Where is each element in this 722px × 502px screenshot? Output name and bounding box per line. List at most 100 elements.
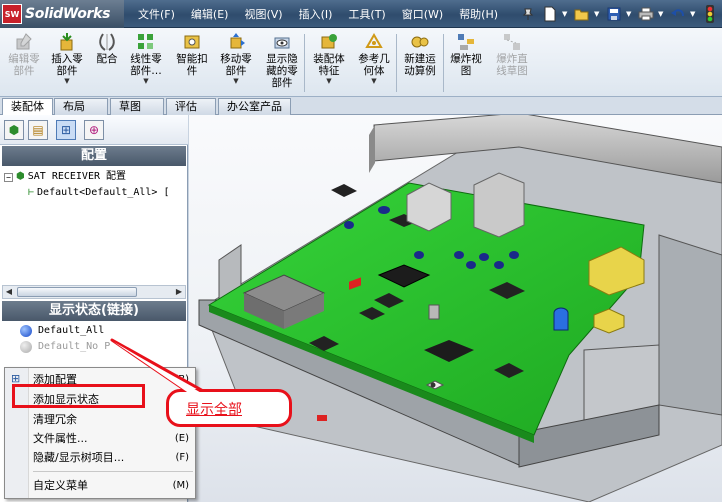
insert-component-icon bbox=[56, 31, 78, 53]
horizontal-scrollbar[interactable]: ◀ ▶ bbox=[2, 285, 186, 299]
tab-office-products[interactable]: 办公室产品 bbox=[218, 98, 291, 115]
title-bar: SW SolidWorks 文件(F) 编辑(E) 视图(V) 插入(I) 工具… bbox=[0, 0, 722, 28]
display-state-list: Default_All Default_No P bbox=[20, 323, 110, 355]
chevron-down-icon[interactable]: ▼ bbox=[690, 10, 698, 18]
tab-assembly[interactable]: 装配体 bbox=[2, 98, 53, 116]
print-icon[interactable] bbox=[636, 4, 656, 24]
property-icon: ▤ bbox=[32, 123, 44, 137]
divider bbox=[304, 34, 305, 92]
divider bbox=[443, 34, 444, 92]
config-root-label: SAT RECEIVER 配置 bbox=[27, 171, 127, 182]
reference-geometry-button[interactable]: 参考几 何体 ▼ bbox=[354, 31, 394, 85]
chevron-down-icon[interactable]: ▼ bbox=[233, 77, 238, 85]
edit-part-icon bbox=[13, 31, 35, 53]
menu-tools[interactable]: 工具(T) bbox=[340, 6, 393, 22]
smart-fastener-button[interactable]: 智能扣 件 bbox=[172, 31, 212, 77]
menu-bar: 文件(F) 编辑(E) 视图(V) 插入(I) 工具(T) 窗口(W) 帮助(H… bbox=[130, 0, 506, 28]
configuration-manager-tab[interactable]: ⊞ bbox=[56, 120, 76, 140]
linear-pattern-button[interactable]: 线性零 部件… ▼ bbox=[126, 31, 166, 85]
quick-access-toolbar: ▼ ▼ ▼ ▼ ▼ bbox=[518, 2, 720, 26]
scroll-right-icon[interactable]: ▶ bbox=[173, 286, 185, 298]
assembly-config-icon: ⬢ bbox=[16, 171, 25, 182]
app-logo[interactable]: SW SolidWorks bbox=[2, 3, 120, 25]
tab-sketch[interactable]: 草图 bbox=[110, 98, 164, 115]
traffic-light-icon[interactable] bbox=[700, 4, 720, 24]
move-component-button[interactable]: 移动零 部件 ▼ bbox=[216, 31, 256, 85]
app-name: SolidWorks bbox=[25, 6, 111, 22]
solidworks-logo-icon: SW bbox=[2, 4, 22, 24]
feature-manager-tab[interactable]: ⬢ bbox=[4, 120, 24, 140]
property-manager-tab[interactable]: ▤ bbox=[28, 120, 48, 140]
reference-geometry-icon bbox=[363, 31, 385, 53]
assembly-feature-icon bbox=[318, 31, 340, 53]
tree-root[interactable]: − ⬢ SAT RECEIVER 配置 bbox=[4, 169, 169, 185]
callout-text: 显示全部 bbox=[186, 402, 242, 418]
tree-item-default[interactable]: ⊢ Default<Default_All> [ bbox=[4, 185, 169, 201]
chevron-down-icon[interactable]: ▼ bbox=[371, 77, 376, 85]
manager-tabs: ⬢ ▤ ⊞ ⊕ bbox=[0, 115, 188, 145]
highlight-box bbox=[12, 384, 145, 408]
save-icon[interactable] bbox=[604, 4, 624, 24]
menu-view[interactable]: 视图(V) bbox=[236, 6, 290, 22]
show-hidden-icon bbox=[271, 31, 293, 53]
display-state-header: 显示状态(链接) bbox=[2, 301, 186, 321]
smart-fastener-icon bbox=[181, 31, 203, 53]
menu-item-customize-menu[interactable]: 自定义菜单 (M) bbox=[33, 477, 193, 495]
menu-help[interactable]: 帮助(H) bbox=[451, 6, 506, 22]
scroll-left-icon[interactable]: ◀ bbox=[3, 286, 15, 298]
collapse-icon[interactable]: − bbox=[4, 172, 13, 182]
chevron-down-icon[interactable]: ▼ bbox=[326, 77, 331, 85]
menu-item-hide-show-tree-items[interactable]: 隐藏/显示树项目... (F) bbox=[33, 449, 193, 467]
explode-view-icon bbox=[455, 31, 477, 53]
menu-insert[interactable]: 插入(I) bbox=[291, 6, 341, 22]
explode-line-icon bbox=[501, 31, 523, 53]
configuration-header: 配置 bbox=[2, 146, 186, 166]
chevron-down-icon[interactable]: ▼ bbox=[594, 10, 602, 18]
divider bbox=[396, 34, 397, 92]
insert-component-button[interactable]: 插入零 部件 ▼ bbox=[48, 31, 86, 85]
new-document-icon[interactable] bbox=[540, 4, 560, 24]
configuration-item-icon: ⊢ bbox=[28, 187, 35, 198]
chevron-down-icon[interactable]: ▼ bbox=[626, 10, 634, 18]
edit-part-button[interactable]: 编辑零 部件 bbox=[4, 31, 44, 77]
command-tabs: 装配体 布局 草图 评估 办公室产品 bbox=[0, 97, 722, 116]
command-manager: 编辑零 部件 插入零 部件 ▼ 配合 线性零 部件… ▼ 智能扣 件 移动零 部… bbox=[0, 28, 722, 97]
assembly-feature-button[interactable]: 装配体 特征 ▼ bbox=[308, 31, 350, 85]
config-default-label: Default<Default_All> [ bbox=[37, 187, 170, 198]
undo-icon[interactable] bbox=[668, 4, 688, 24]
mate-button[interactable]: 配合 bbox=[92, 31, 122, 65]
tab-evaluate[interactable]: 评估 bbox=[166, 98, 216, 115]
move-component-icon bbox=[225, 31, 247, 53]
explode-view-button[interactable]: 爆炸视 图 bbox=[446, 31, 486, 77]
scrollbar-thumb[interactable] bbox=[17, 287, 137, 297]
display-state-item[interactable]: Default_All bbox=[20, 323, 110, 339]
chevron-down-icon[interactable]: ▼ bbox=[658, 10, 666, 18]
menu-separator bbox=[33, 471, 193, 472]
chevron-down-icon[interactable]: ▼ bbox=[64, 77, 69, 85]
new-motion-study-button[interactable]: 新建运 动算例 bbox=[400, 31, 440, 77]
chevron-down-icon[interactable]: ▼ bbox=[143, 77, 148, 85]
show-hidden-components-button[interactable]: 显示隐 藏的零 部件 bbox=[262, 31, 302, 89]
inactive-display-state-icon bbox=[20, 341, 32, 353]
menu-window[interactable]: 窗口(W) bbox=[394, 6, 451, 22]
motion-study-icon bbox=[409, 31, 431, 53]
configuration-tree: − ⬢ SAT RECEIVER 配置 ⊢ Default<Default_Al… bbox=[4, 169, 169, 201]
display-state-item[interactable]: Default_No P bbox=[20, 339, 110, 355]
open-folder-icon[interactable] bbox=[572, 4, 592, 24]
crosshair-icon: ⊕ bbox=[88, 123, 100, 137]
mate-icon bbox=[96, 31, 118, 53]
assembly-tree-icon: ⬢ bbox=[8, 123, 20, 137]
dimxpert-tab[interactable]: ⊕ bbox=[84, 120, 104, 140]
menu-item-file-properties[interactable]: 文件属性... (E) bbox=[33, 430, 193, 448]
tab-layout[interactable]: 布局 bbox=[54, 98, 108, 115]
active-display-state-icon bbox=[20, 325, 32, 337]
pin-icon[interactable] bbox=[518, 4, 538, 24]
configuration-icon: ⊞ bbox=[60, 123, 72, 137]
menu-edit[interactable]: 编辑(E) bbox=[183, 6, 237, 22]
explode-line-sketch-button[interactable]: 爆炸直 线草图 bbox=[490, 31, 534, 77]
graphics-area[interactable] bbox=[189, 115, 722, 502]
chevron-down-icon[interactable]: ▼ bbox=[562, 10, 570, 18]
menu-file[interactable]: 文件(F) bbox=[130, 6, 183, 22]
pcb-assembly-model bbox=[198, 115, 722, 502]
linear-pattern-icon bbox=[135, 31, 157, 53]
